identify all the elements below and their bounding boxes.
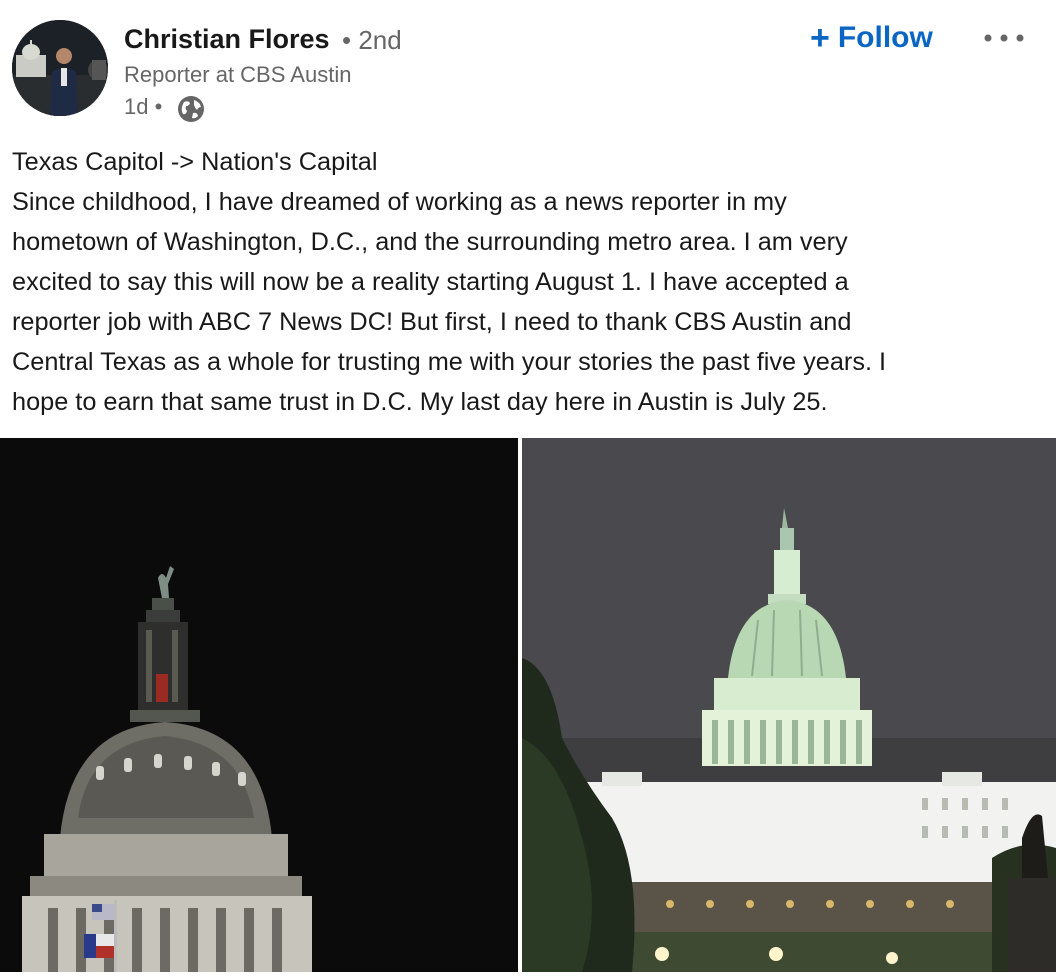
post-text-line: hometown of Washington, D.C., and the su… xyxy=(12,228,848,256)
post-text-line: excited to say this will now be a realit… xyxy=(12,268,849,296)
post-text-line: Since childhood, I have dreamed of worki… xyxy=(12,188,787,216)
post-text-line: hope to earn that same trust in D.C. My … xyxy=(12,388,828,416)
post-time: 1d • xyxy=(124,94,163,119)
us-capitol-image[interactable] xyxy=(522,438,1056,972)
post-text-line: reporter job with ABC 7 News DC! But fir… xyxy=(12,308,852,336)
avatar[interactable] xyxy=(12,20,108,116)
post-text-line: Central Texas as a whole for trusting me… xyxy=(12,348,887,376)
author-headline: Reporter at CBS Austin xyxy=(124,62,352,87)
globe-icon xyxy=(176,94,206,124)
plus-icon: + xyxy=(810,18,830,57)
connection-degree: • 2nd xyxy=(342,25,402,55)
texas-capitol-image[interactable] xyxy=(0,438,518,972)
post-text-line: Texas Capitol -> Nation's Capital xyxy=(12,148,378,176)
more-horizontal-icon[interactable] xyxy=(980,24,1030,52)
follow-button[interactable]: + Follow xyxy=(810,16,933,60)
author-name[interactable]: Christian Flores xyxy=(124,24,330,55)
post-text: Texas Capitol -> Nation's Capital Since … xyxy=(12,142,1047,422)
follow-label: Follow xyxy=(837,21,933,54)
post-header: Christian Flores • 2nd Reporter at CBS A… xyxy=(0,0,1056,130)
post-images xyxy=(0,438,1056,972)
